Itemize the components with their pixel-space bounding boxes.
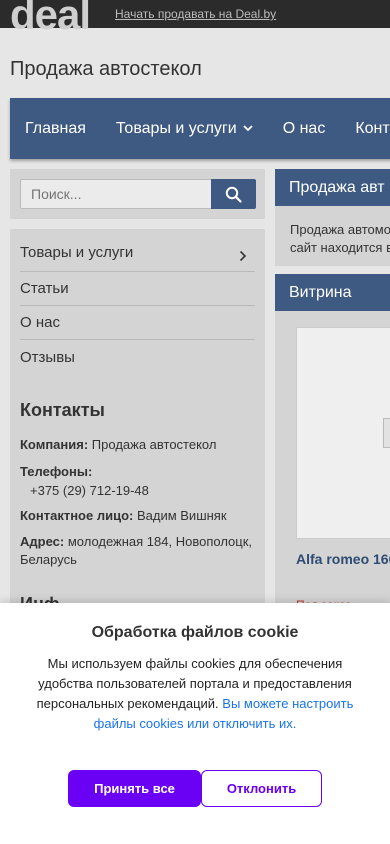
accept-all-button[interactable]: Принять все [68, 770, 201, 807]
company-label: Компания: [20, 437, 89, 452]
contact-person-value: Вадим Вишняк [136, 508, 227, 523]
sidebar-item-articles[interactable]: Статьи [20, 272, 255, 306]
showcase-panel: Alfa romeo 166 Под заказ [275, 311, 390, 631]
sidebar-item-label: Товары и услуги [20, 244, 134, 261]
sidebar-item-reviews[interactable]: Отзывы [20, 340, 255, 374]
sidebar-item-label: О нас [20, 314, 60, 331]
deal-logo[interactable]: deal [10, 0, 91, 36]
image-placeholder-icon [383, 418, 390, 448]
showcase-heading: Витрина [275, 274, 390, 311]
phone-number[interactable]: +375 (29) 712-19-48 [30, 482, 270, 500]
product-name-link[interactable]: Alfa romeo 166 [296, 551, 390, 567]
sidebar: Товары и услуги Статьи О нас Отзывы Конт… [10, 229, 265, 629]
search-input[interactable] [20, 179, 212, 209]
chevron-right-icon [239, 250, 247, 261]
product-image[interactable] [296, 327, 390, 539]
nav-item-label: Товары и услуги [115, 119, 237, 137]
phones-label-text: Телефоны: [20, 464, 93, 479]
company-row: Компания: Продажа автостекол [20, 436, 260, 454]
desc-line-2: сайт находится в [290, 240, 390, 255]
nav-item-about[interactable]: О нас [268, 120, 341, 138]
cookie-banner: Обработка файлов cookie Мы используем фа… [0, 603, 390, 844]
reject-button[interactable]: Отклонить [201, 770, 322, 807]
contact-person-row: Контактное лицо: Вадим Вишняк [20, 507, 260, 525]
search-icon [225, 186, 242, 203]
contact-person-label: Контактное лицо: [20, 508, 134, 523]
phones-label: Телефоны: [20, 463, 260, 481]
nav-item-contacts[interactable]: Конта [340, 120, 390, 138]
cookie-text: Мы используем файлы cookies для обеспече… [30, 654, 360, 734]
nav-item-label: Главная [25, 119, 86, 137]
search-button[interactable] [211, 179, 256, 209]
main-nav: Главная Товары и услуги О нас Конта [10, 98, 390, 159]
sidebar-item-about[interactable]: О нас [20, 306, 255, 340]
nav-item-home[interactable]: Главная [10, 120, 101, 138]
nav-item-label: Конта [355, 119, 390, 137]
desc-line-1: Продажа автомо [290, 222, 390, 237]
start-selling-link[interactable]: Начать продавать на Deal.by [115, 7, 276, 21]
contacts-heading: Контакты [20, 400, 105, 420]
main-heading: Продажа авт [275, 169, 390, 206]
cookie-title: Обработка файлов cookie [91, 624, 299, 641]
company-value: Продажа автостекол [91, 437, 217, 452]
chevron-down-icon [243, 125, 253, 132]
nav-item-products[interactable]: Товары и услуги [101, 120, 268, 138]
site-title[interactable]: Продажа автостекол [10, 58, 202, 81]
sidebar-item-label: Отзывы [20, 348, 75, 366]
address-label: Адрес: [20, 534, 65, 549]
sidebar-item-label: Статьи [20, 280, 69, 297]
nav-item-label: О нас [282, 119, 326, 137]
main-description: Продажа автомо сайт находится в [275, 206, 390, 266]
sidebar-item-products[interactable]: Товары и услуги [20, 234, 255, 272]
address-row: Адрес: молодежная 184, Новополоцк, Белар… [20, 533, 260, 569]
sidebar-search-box [10, 169, 265, 219]
top-bar: deal Начать продавать на Deal.by [0, 0, 390, 36]
sidebar-menu: Товары и услуги Статьи О нас Отзывы [20, 234, 255, 374]
